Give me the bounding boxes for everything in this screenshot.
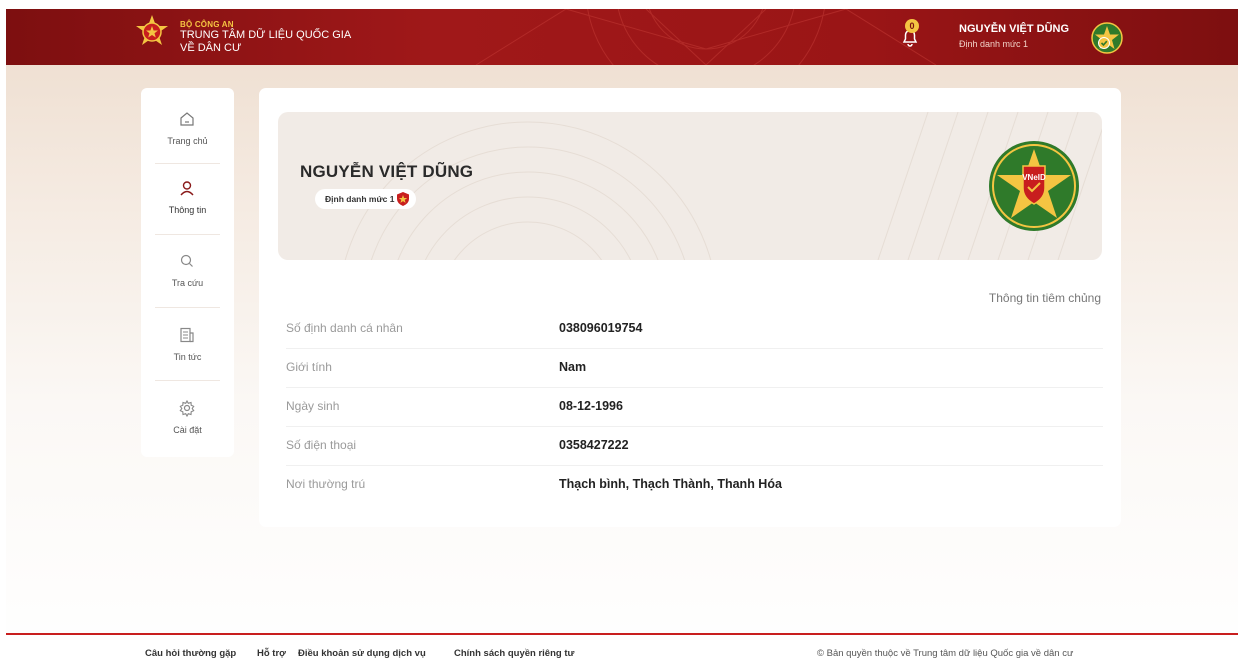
field-label: Giới tính <box>286 360 332 374</box>
sidebar-item-label: Cài đặt <box>173 425 202 435</box>
sidebar-item-label: Tra cứu <box>171 278 204 288</box>
footer-link-support[interactable]: Hỗ trợ <box>257 648 286 659</box>
avatar[interactable] <box>1091 22 1123 54</box>
shield-star-icon <box>397 192 410 206</box>
org-name-line1: BỘ CÔNG AN <box>180 20 234 29</box>
sidebar-item-settings[interactable]: Cài đặt <box>141 399 234 471</box>
notification-button[interactable]: 0 <box>897 19 923 49</box>
notification-badge: 0 <box>905 19 919 33</box>
sidebar-item-lookup[interactable]: Tra cứu <box>141 252 234 324</box>
user-icon <box>180 181 194 196</box>
footer-link-privacy[interactable]: Chính sách quyền riêng tư <box>454 648 574 659</box>
vneid-logo: VNeID <box>989 141 1079 231</box>
header-user-name[interactable]: NGUYỄN VIỆT DŨNG <box>959 23 1069 35</box>
field-value: Thạch bình, Thạch Thành, Thanh Hóa <box>559 477 782 491</box>
profile-name: NGUYỄN VIỆT DŨNG <box>300 162 474 181</box>
sidebar-item-label: Tin tức <box>173 352 202 362</box>
org-name-line2: TRUNG TÂM DỮ LIỆU QUỐC GIA <box>180 29 352 41</box>
gear-icon <box>179 399 195 417</box>
field-value: Nam <box>559 360 587 374</box>
banner-pattern <box>344 112 1102 260</box>
field-value: 038096019754 <box>559 321 643 335</box>
sidebar-divider <box>155 163 220 164</box>
footer: Câu hỏi thường gặp Hỗ trợ Điều khoản sử … <box>6 633 1238 666</box>
sidebar-item-news[interactable]: Tin tức <box>141 326 234 398</box>
sidebar-item-label: Trang chủ <box>167 136 208 146</box>
sidebar-divider <box>155 380 220 381</box>
sidebar-divider <box>155 307 220 308</box>
field-label: Nơi thường trú <box>286 477 366 491</box>
search-icon <box>180 254 193 267</box>
police-emblem-icon <box>136 15 168 45</box>
org-name-line3: VỀ DÂN CƯ <box>180 42 242 54</box>
info-row-address: Nơi thường trú Thạch bình, Thạch Thành, … <box>286 465 1103 504</box>
footer-link-terms[interactable]: Điều khoản sử dụng dịch vụ <box>298 648 426 659</box>
vneid-logo-text: VNeID <box>1022 173 1046 182</box>
field-value: 0358427222 <box>559 438 629 452</box>
vaccination-info-link[interactable]: Thông tin tiêm chủng <box>939 291 1101 305</box>
app-frame: BỘ CÔNG AN TRUNG TÂM DỮ LIỆU QUỐC GIA VỀ… <box>6 9 1238 666</box>
sidebar-divider <box>155 234 220 235</box>
sidebar-nav: Trang chủ Thông tin Tra cứu Tin tức Cài … <box>141 88 234 457</box>
info-row-gender: Giới tính Nam <box>286 348 1103 388</box>
field-label: Số điện thoại <box>286 438 357 452</box>
info-row-phone: Số điện thoại 0358427222 <box>286 426 1103 466</box>
level-badge-label: Định danh mức 1 <box>325 194 395 204</box>
info-row-birthdate: Ngày sinh 08-12-1996 <box>286 387 1103 427</box>
sidebar-item-home[interactable]: Trang chủ <box>141 110 234 182</box>
field-label: Ngày sinh <box>286 399 340 413</box>
sidebar-item-label: Thông tin <box>168 205 207 215</box>
top-header: BỘ CÔNG AN TRUNG TÂM DỮ LIỆU QUỐC GIA VỀ… <box>6 9 1238 65</box>
footer-link-faq[interactable]: Câu hỏi thường gặp <box>145 648 236 659</box>
level-badge: Định danh mức 1 <box>315 189 417 209</box>
profile-card: NGUYỄN VIỆT DŨNG Định danh mức 1 VNeID T… <box>259 88 1121 527</box>
sidebar-item-info[interactable]: Thông tin <box>141 179 234 251</box>
header-user-level: Định danh mức 1 <box>959 39 1029 49</box>
field-label: Số định danh cá nhân <box>286 321 403 335</box>
info-row-id-number: Số định danh cá nhân 038096019754 <box>286 309 1103 349</box>
field-value: 08-12-1996 <box>559 399 623 413</box>
home-icon <box>180 112 194 126</box>
profile-banner: NGUYỄN VIỆT DŨNG Định danh mức 1 VNeID <box>278 112 1102 260</box>
footer-copyright: © Bản quyền thuộc về Trung tâm dữ liệu Q… <box>817 648 1074 659</box>
news-icon <box>180 327 194 343</box>
